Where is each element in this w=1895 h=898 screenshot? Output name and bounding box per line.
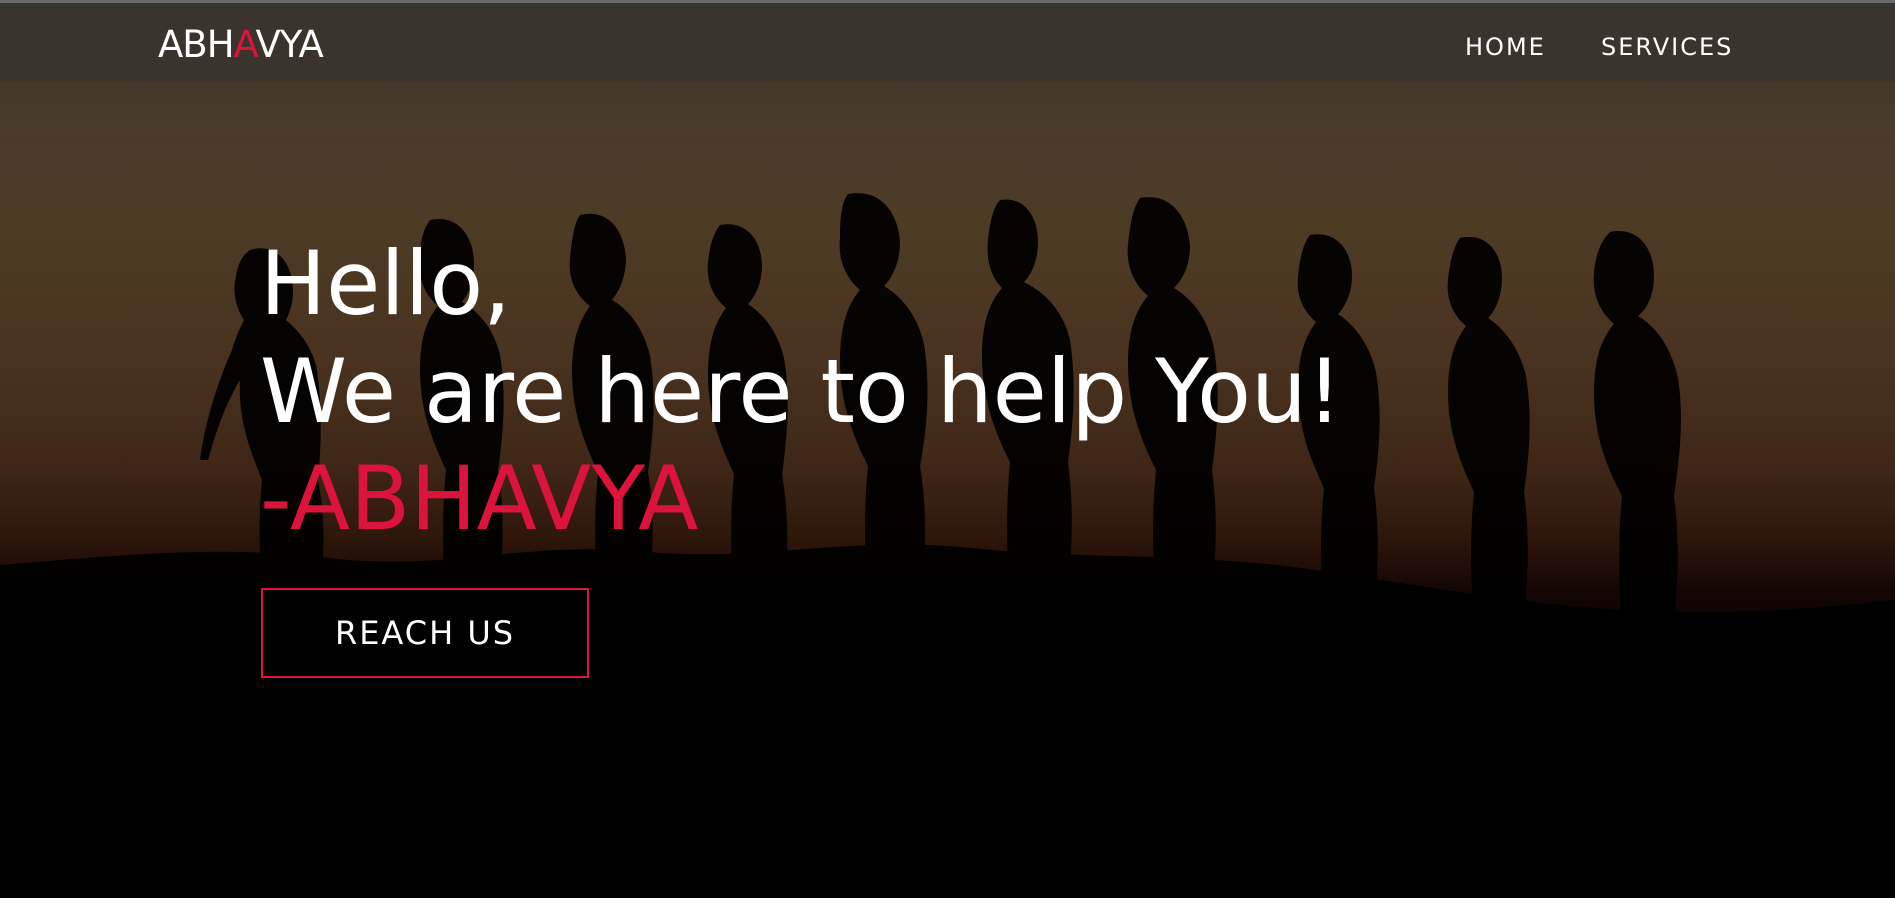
navbar: ABHAVYA HOME SERVICES <box>0 3 1895 82</box>
hero-heading-line2: We are here to help You! <box>260 340 1342 443</box>
logo-text-accent: A <box>233 23 257 66</box>
reach-us-button[interactable]: REACH US <box>261 588 589 678</box>
figure-silhouette <box>1593 231 1681 673</box>
nav-link-services[interactable]: SERVICES <box>1601 33 1733 61</box>
hero-brand-signature: -ABHAVYA <box>260 447 699 550</box>
logo-text-part1: ABH <box>158 23 235 66</box>
hero-heading-line1: Hello, <box>260 232 512 335</box>
page: ABHAVYA HOME SERVICES Hello, We are here… <box>0 0 1895 898</box>
logo-text-part2: VYA <box>255 23 323 66</box>
brand-logo[interactable]: ABHAVYA <box>158 23 324 66</box>
nav-link-home[interactable]: HOME <box>1465 33 1546 61</box>
